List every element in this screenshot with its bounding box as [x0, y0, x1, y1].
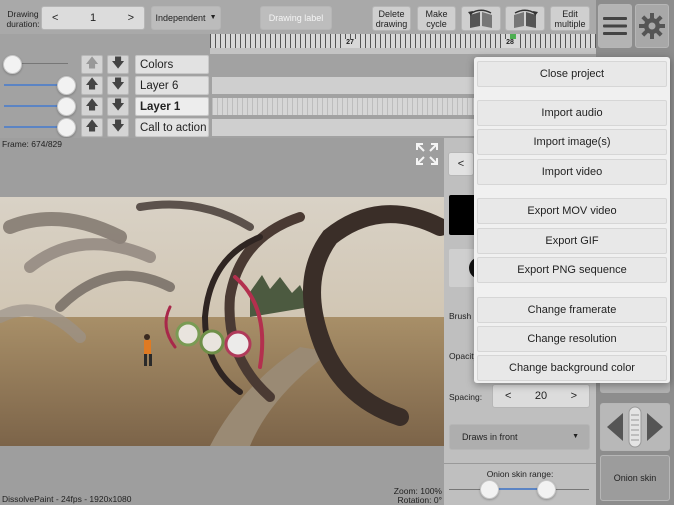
- panel-back-button[interactable]: <: [448, 152, 474, 176]
- menu-item-import-audio[interactable]: Import audio: [477, 100, 667, 126]
- onion-range-min-knob[interactable]: [480, 480, 499, 499]
- menu-item-change-resolution[interactable]: Change resolution: [477, 326, 667, 352]
- edit-multiple-label: Edit multiple: [554, 8, 586, 29]
- layer-opacity-slider[interactable]: [3, 55, 22, 74]
- chevron-down-icon: ▼: [572, 433, 579, 440]
- frame-info: Frame: 674/829: [2, 139, 63, 149]
- draw-mode-select[interactable]: Draws in front ▼: [449, 424, 590, 450]
- layer-up-button[interactable]: 🡅: [81, 118, 103, 137]
- layer-name[interactable]: Layer 6: [135, 76, 209, 95]
- top-toolbar: Drawing duration: < 1 > Independent ▼ Dr…: [0, 0, 596, 34]
- menu-item-export-gif[interactable]: Export GIF: [477, 228, 667, 254]
- duration-value: 1: [89, 12, 97, 24]
- rotation-readout: Rotation: 0°: [397, 495, 442, 505]
- drawing-label-input[interactable]: Drawing label: [260, 6, 332, 30]
- duration-stepper[interactable]: < 1 >: [41, 6, 145, 30]
- fullscreen-icon[interactable]: [415, 142, 439, 166]
- duration-prev-button[interactable]: <: [52, 13, 58, 24]
- layer-down-button[interactable]: 🡇: [107, 76, 129, 95]
- mode-label: Independent: [155, 13, 206, 23]
- canvas-footer-info: DissolvePaint - 24fps - 1920x1080: [2, 494, 132, 504]
- mode-select[interactable]: Independent ▼: [151, 6, 221, 30]
- onion-skin-button[interactable]: Onion skin: [600, 455, 670, 501]
- onion-range-max-knob[interactable]: [537, 480, 556, 499]
- menu-item-change-background[interactable]: Change background color: [477, 355, 667, 381]
- drawing-duration-label: Drawing duration:: [3, 9, 43, 29]
- edit-multiple-button[interactable]: Edit multiple: [550, 6, 590, 31]
- make-cycle-button[interactable]: Make cycle: [417, 6, 456, 31]
- layer-name[interactable]: Colors: [135, 55, 209, 74]
- rotate-left-button[interactable]: [461, 6, 501, 31]
- delete-drawing-button[interactable]: Delete drawing: [372, 6, 411, 31]
- timeline-ticks: [210, 34, 596, 48]
- spacing-label: Spacing:: [449, 392, 483, 402]
- hamburger-icon: [603, 17, 627, 35]
- drawing-label-placeholder: Drawing label: [268, 13, 324, 23]
- project-menu: Close project Import audio Import image(…: [474, 57, 670, 383]
- drawing-duration-text: Drawing duration:: [6, 9, 40, 29]
- menu-item-export-png[interactable]: Export PNG sequence: [477, 257, 667, 283]
- layer-up-button[interactable]: 🡅: [81, 76, 103, 95]
- panel-back-label: <: [457, 158, 465, 170]
- frame-scrubber-icon: [607, 406, 663, 448]
- layer-name[interactable]: Call to action: [135, 118, 209, 137]
- make-cycle-label: Make cycle: [425, 8, 448, 29]
- chevron-down-icon: ▼: [209, 14, 217, 21]
- layer-up-button[interactable]: 🡅: [81, 55, 103, 74]
- layer-down-button[interactable]: 🡇: [107, 55, 129, 74]
- rotate-left-icon: [468, 9, 492, 28]
- rotate-right-icon: [514, 9, 538, 28]
- onion-skin-label: Onion skin: [613, 473, 657, 483]
- spacing-next-button[interactable]: >: [571, 391, 577, 402]
- spacing-value: 20: [534, 390, 548, 402]
- layer-name-selected[interactable]: Layer 1: [135, 97, 209, 116]
- menu-item-change-framerate[interactable]: Change framerate: [477, 297, 667, 323]
- layer-opacity-slider[interactable]: [57, 97, 76, 116]
- onion-range-label: Onion skin range:: [486, 469, 554, 479]
- frame-scrubber[interactable]: [600, 403, 670, 451]
- timeline[interactable]: 27 28: [210, 34, 596, 54]
- settings-button[interactable]: [635, 4, 669, 48]
- duration-next-button[interactable]: >: [128, 13, 134, 24]
- timeline-marker-27: 27: [344, 39, 356, 48]
- scene-image: [0, 197, 444, 446]
- menu-button[interactable]: [598, 4, 632, 48]
- timeline-marker-28: 28: [504, 39, 516, 48]
- delete-drawing-label: Delete drawing: [375, 8, 408, 29]
- layer-down-button[interactable]: 🡇: [107, 118, 129, 137]
- draw-mode-label: Draws in front: [462, 432, 518, 442]
- spacing-prev-button[interactable]: <: [505, 391, 511, 402]
- gear-icon: [639, 13, 665, 39]
- layer-opacity-slider[interactable]: [57, 118, 76, 137]
- menu-item-import-images[interactable]: Import image(s): [477, 129, 667, 155]
- rotate-right-button[interactable]: [505, 6, 545, 31]
- timeline-left-gap: [0, 34, 210, 54]
- menu-item-import-video[interactable]: Import video: [477, 159, 667, 185]
- canvas-scene[interactable]: [0, 197, 444, 446]
- canvas-area[interactable]: Frame: 674/829 DissolvePaint - 24fps - 1…: [0, 138, 444, 505]
- layer-up-button[interactable]: 🡅: [81, 97, 103, 116]
- spacing-stepper[interactable]: < 20 >: [492, 384, 590, 408]
- layer-down-button[interactable]: 🡇: [107, 97, 129, 116]
- menu-item-export-mov[interactable]: Export MOV video: [477, 198, 667, 224]
- menu-item-close-project[interactable]: Close project: [477, 61, 667, 87]
- onion-range-divider: [444, 463, 596, 464]
- layer-opacity-slider[interactable]: [57, 76, 76, 95]
